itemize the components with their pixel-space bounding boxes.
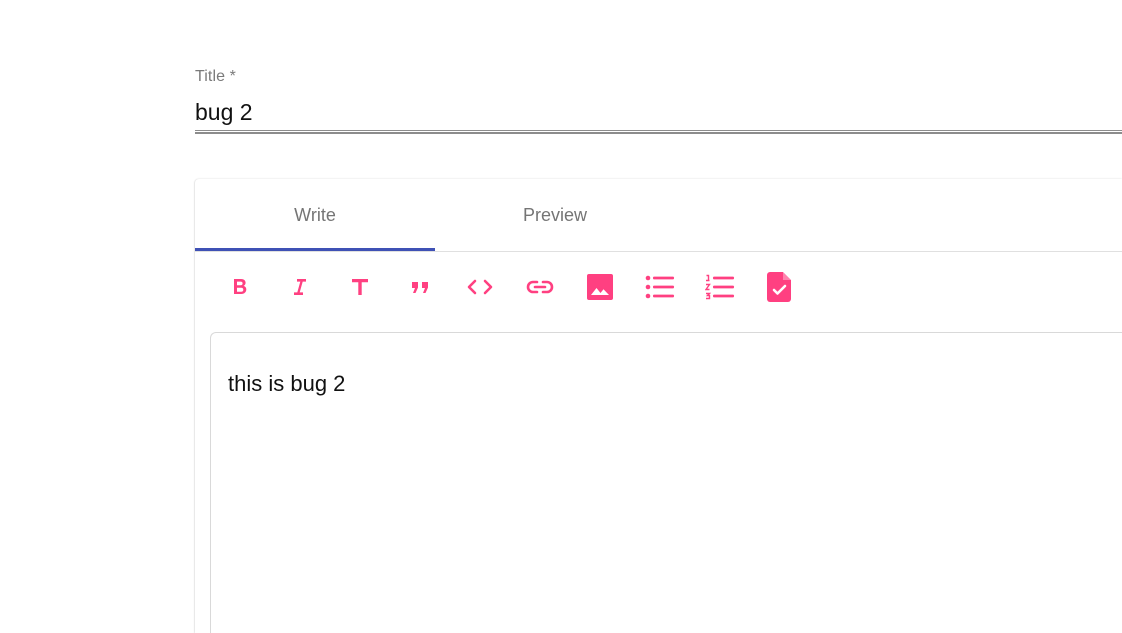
editor-tabs: Write Preview [195,179,1122,252]
markdown-textarea[interactable]: this is bug 2 [210,332,1122,633]
italic-icon [294,279,306,295]
checked-list-button[interactable] [750,267,810,307]
bold-icon [234,279,247,294]
title-input[interactable] [195,94,1122,131]
code-icon [467,279,493,295]
markdown-editor: Write Preview this is bug 2 [195,179,1122,633]
link-button[interactable] [510,267,570,307]
title-underline [195,132,1122,134]
header-button[interactable] [330,267,390,307]
page: Title * Write Preview [0,0,1122,633]
unordered-list-icon [645,275,674,299]
checked-list-icon [767,272,791,302]
italic-button[interactable] [270,267,330,307]
tab-write[interactable]: Write [195,179,435,251]
quote-icon [412,282,428,293]
active-tab-indicator [195,248,435,251]
link-icon [526,280,554,294]
textarea-content[interactable]: this is bug 2 [228,371,345,397]
title-field: Title * [195,64,1122,134]
quote-button[interactable] [390,267,450,307]
ordered-list-icon [705,274,734,300]
formatting-toolbar [210,267,810,307]
ordered-list-button[interactable] [690,267,750,307]
unordered-list-button[interactable] [630,267,690,307]
tab-preview[interactable]: Preview [435,179,675,251]
header-icon [352,279,368,295]
image-button[interactable] [570,267,630,307]
code-button[interactable] [450,267,510,307]
image-icon [587,274,613,300]
title-label: Title * [195,68,237,85]
bold-button[interactable] [210,267,270,307]
